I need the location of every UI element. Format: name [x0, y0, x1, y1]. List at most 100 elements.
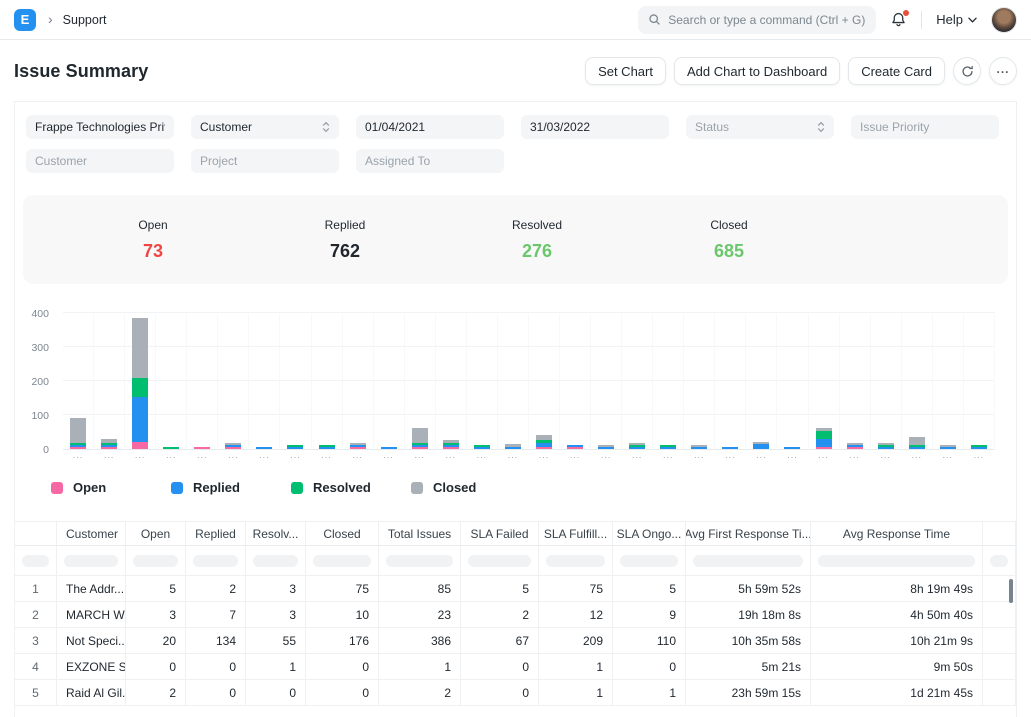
create-card-button[interactable]: Create Card	[848, 57, 945, 85]
refresh-button[interactable]	[953, 57, 981, 85]
column-filter-input[interactable]	[693, 555, 803, 567]
filter-project-input[interactable]: Project	[191, 149, 339, 173]
column-filter-input[interactable]	[133, 555, 178, 567]
chart-bar[interactable]: ...	[467, 314, 498, 449]
chart-bar[interactable]: ...	[529, 314, 560, 449]
chart-bar[interactable]: ...	[374, 314, 405, 449]
column-filter-input[interactable]	[64, 555, 118, 567]
column-filter-input[interactable]	[313, 555, 371, 567]
x-tick-label: ...	[218, 450, 248, 460]
chart-bar[interactable]: ...	[591, 314, 622, 449]
filter-issue-priority-input[interactable]: Issue Priority	[851, 115, 999, 139]
x-tick-label: ...	[746, 450, 776, 460]
table-cell: 55	[246, 628, 306, 654]
table-row[interactable]: 4EXZONE S...001010105m 21s9m 50s	[15, 654, 1016, 680]
chart-bar[interactable]: ...	[187, 314, 218, 449]
navbar: E › Support Help	[0, 0, 1031, 40]
table-cell: 0	[461, 680, 539, 706]
column-filter-input[interactable]	[620, 555, 678, 567]
filter-assigned-to-input[interactable]: Assigned To	[356, 149, 504, 173]
breadcrumb-support[interactable]: Support	[63, 13, 107, 27]
chart-bar[interactable]: ...	[560, 314, 591, 449]
table-row[interactable]: 5Raid Al Gil...2000201123h 59m 15s1d 21m…	[15, 680, 1016, 706]
filter-to-date-input[interactable]: 31/03/2022	[521, 115, 669, 139]
x-tick-label: ...	[653, 450, 683, 460]
header-cell[interactable]	[983, 522, 1016, 546]
notification-bell-icon[interactable]	[890, 11, 907, 28]
add-chart-to-dashboard-button[interactable]: Add Chart to Dashboard	[674, 57, 840, 85]
filter-status-input[interactable]: Status	[686, 115, 834, 139]
column-filter-input[interactable]	[386, 555, 453, 567]
table-scrollbar[interactable]	[1009, 579, 1013, 603]
erpnext-logo[interactable]: E	[14, 9, 36, 31]
page-head: Issue Summary Set Chart Add Chart to Das…	[0, 40, 1031, 101]
chart-bar[interactable]: ...	[653, 314, 684, 449]
chart-bar[interactable]: ...	[933, 314, 964, 449]
chart-bar[interactable]: ...	[94, 314, 125, 449]
column-filter-input[interactable]	[253, 555, 298, 567]
chart-bar[interactable]: ...	[125, 314, 156, 449]
bar-segment-open	[536, 447, 552, 449]
chart-bar[interactable]: ...	[777, 314, 808, 449]
chart-bar[interactable]: ...	[684, 314, 715, 449]
chart-bar[interactable]: ...	[498, 314, 529, 449]
header-cell[interactable]: SLA Fulfill...	[539, 522, 613, 546]
y-axis: 0100200300400	[15, 314, 55, 450]
set-chart-button[interactable]: Set Chart	[585, 57, 666, 85]
header-cell[interactable]: SLA Failed	[461, 522, 539, 546]
chart-bar[interactable]: ...	[343, 314, 374, 449]
table-cell: 5	[613, 576, 686, 602]
column-filter-input[interactable]	[22, 555, 49, 567]
chart-bar[interactable]: ...	[436, 314, 467, 449]
filter-company-input[interactable]: Frappe Technologies Priva	[26, 115, 174, 139]
table-row[interactable]: 2MARCH W...3731023212919h 18m 8s4h 50m 4…	[15, 602, 1016, 628]
header-cell[interactable]: Avg First Response Ti...	[686, 522, 811, 546]
chart-bar[interactable]: ...	[809, 314, 840, 449]
chart-bar[interactable]: ...	[746, 314, 777, 449]
legend-item-closed: Closed	[411, 480, 531, 495]
table-cell: 0	[186, 654, 246, 680]
global-search[interactable]	[638, 6, 876, 34]
header-cell[interactable]: Replied	[186, 522, 246, 546]
chart-bar[interactable]: ...	[902, 314, 933, 449]
header-cell[interactable]: Customer	[57, 522, 126, 546]
filter-customer-input[interactable]: Customer	[26, 149, 174, 173]
chart-bar[interactable]: ...	[964, 314, 995, 449]
chart-bar[interactable]: ...	[715, 314, 746, 449]
chart-bar[interactable]: ...	[840, 314, 871, 449]
menu-button[interactable]: ...	[989, 57, 1017, 85]
header-cell[interactable]: Avg Response Time	[811, 522, 983, 546]
x-tick-label: ...	[715, 450, 745, 460]
filter-based-on-input[interactable]: Customer	[191, 115, 339, 139]
header-cell[interactable]: Resolv...	[246, 522, 306, 546]
header-cell[interactable]	[15, 522, 57, 546]
help-dropdown[interactable]: Help	[936, 12, 977, 27]
search-input[interactable]	[668, 13, 866, 27]
chart-bar[interactable]: ...	[218, 314, 249, 449]
column-filter-input[interactable]	[990, 555, 1008, 567]
column-filter-input[interactable]	[193, 555, 238, 567]
chart-bar[interactable]: ...	[312, 314, 343, 449]
filter-from-date-input[interactable]: 01/04/2021	[356, 115, 504, 139]
header-cell[interactable]: SLA Ongo...	[613, 522, 686, 546]
user-avatar[interactable]	[991, 7, 1017, 33]
chart-bar[interactable]: ...	[405, 314, 436, 449]
header-cell[interactable]: Open	[126, 522, 186, 546]
header-cell[interactable]: Closed	[306, 522, 379, 546]
legend-label: Resolved	[313, 480, 371, 495]
chart-bar[interactable]: ...	[249, 314, 280, 449]
bar-segment-replied	[722, 447, 738, 449]
chart-bar[interactable]: ...	[156, 314, 187, 449]
chart-bar[interactable]: ...	[280, 314, 311, 449]
column-filter-input[interactable]	[546, 555, 605, 567]
column-filter-input[interactable]	[468, 555, 531, 567]
chart-bar[interactable]: ...	[63, 314, 94, 449]
chart-bar[interactable]: ...	[871, 314, 902, 449]
column-filter-input[interactable]	[818, 555, 975, 567]
table-cell: 67	[461, 628, 539, 654]
table-row[interactable]: 1The Addr...523758557555h 59m 52s8h 19m …	[15, 576, 1016, 602]
legend-swatch	[171, 482, 183, 494]
table-row[interactable]: 3Not Speci...20134551763866720911010h 35…	[15, 628, 1016, 654]
header-cell[interactable]: Total Issues	[379, 522, 461, 546]
chart-bar[interactable]: ...	[622, 314, 653, 449]
